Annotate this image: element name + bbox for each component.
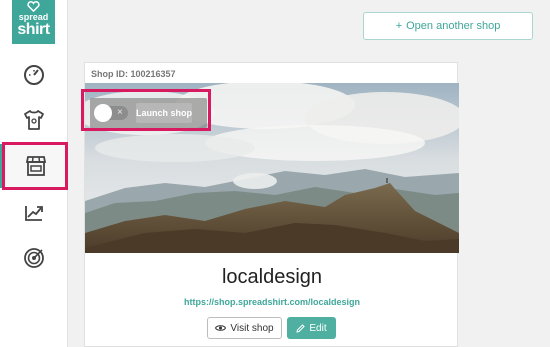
shop-name: localdesign [221,266,323,288]
visit-shop-label: Visit shop [230,322,274,334]
speedometer-icon [24,65,44,85]
shop-id: Shop ID: 100216357 [91,69,176,79]
highlight-frame-shop-nav [2,142,68,190]
edit-button[interactable]: Edit [287,317,336,339]
highlight-frame-launch-shop [81,89,211,131]
spreadshirt-logo[interactable]: spread shirt [12,0,55,44]
tshirt-icon [24,110,44,130]
plus-icon: + [395,20,403,32]
sidebar: spread shirt [0,0,68,347]
sidebar-item-products[interactable] [0,98,68,142]
shop-url-link[interactable]: https://shop.spreadshirt.com/localdesign [85,297,459,307]
eye-icon [215,325,227,331]
open-another-shop-button[interactable]: + Open another shop [363,12,533,40]
logo-text-bottom: shirt [17,21,50,38]
heart-icon [27,1,40,12]
growth-chart-icon [25,206,43,221]
sidebar-item-marketing[interactable] [0,236,68,280]
sidebar-item-statistics[interactable] [0,190,68,234]
sidebar-item-dashboard[interactable] [0,53,68,97]
open-another-shop-label: Open another shop [406,20,501,32]
visit-shop-button[interactable]: Visit shop [207,317,282,339]
edit-label: Edit [309,322,327,334]
pencil-icon [296,323,306,333]
target-icon [24,248,44,268]
